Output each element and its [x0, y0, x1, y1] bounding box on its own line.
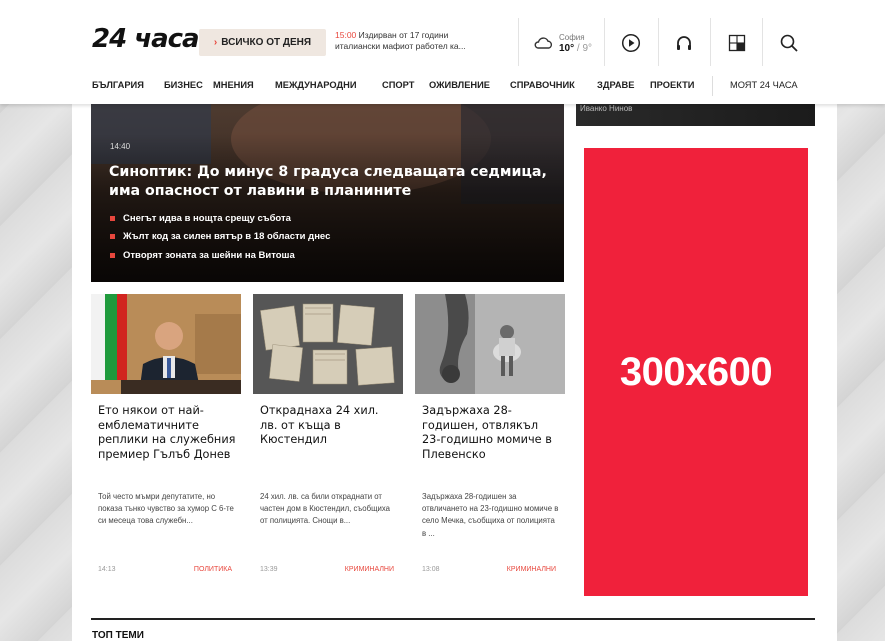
play-button[interactable] [620, 32, 642, 54]
nav-item-opinions[interactable]: МНЕНИЯ [213, 80, 254, 90]
search-icon [780, 34, 798, 52]
article-thumbnail[interactable] [91, 294, 241, 394]
article-card[interactable]: Ето някои от най-емблематичните реплики … [91, 294, 241, 586]
nav-item-international[interactable]: МЕЖДУНАРОДНИ [275, 80, 357, 90]
article-category[interactable]: КРИМИНАЛНИ [345, 566, 394, 573]
podcast-button[interactable] [673, 32, 695, 54]
bullet-icon [110, 234, 115, 240]
header-divider [762, 18, 763, 66]
article-card[interactable]: Откраднаха 24 хил. лв. от къща в Кюстенд… [253, 294, 403, 586]
chevron-right-icon: › [213, 37, 218, 48]
header-divider [658, 18, 659, 66]
nav-item-oživlenie[interactable]: ОЖИВЛЕНИЕ [429, 80, 490, 90]
section-divider [91, 618, 815, 620]
header-divider [604, 18, 605, 66]
hero-title[interactable]: Синоптик: До минус 8 градуса следващата … [109, 163, 549, 201]
article-time: 14:13 [98, 566, 116, 573]
related-link[interactable]: Снегът идва в нощта срещу събота [110, 209, 330, 228]
ticker-time: 15:00 [335, 30, 357, 40]
related-link-text: Жълт код за силен вятър в 18 области дне… [123, 231, 331, 243]
headphones-icon [677, 36, 691, 50]
site-logo[interactable]: 24 часа [92, 24, 200, 54]
bullet-icon [110, 252, 115, 258]
nav-item-bulgaria[interactable]: БЪЛГАРИЯ [92, 80, 144, 90]
play-icon [621, 33, 641, 53]
header-divider [518, 18, 519, 66]
nav-item-projects[interactable]: ПРОЕКТИ [650, 80, 694, 90]
article-lead: 24 хил. лв. са били откраднати от частен… [260, 492, 390, 526]
article-meta: 13:39 КРИМИНАЛНИ [260, 566, 398, 573]
hero-related-list: Снегът идва в нощта срещу събота Жълт ко… [110, 209, 330, 265]
all-day-label: ВСИЧКО ОТ ДЕНЯ [221, 37, 312, 48]
bullet-icon [110, 215, 115, 221]
related-link[interactable]: Отвoрят зоната за шейни на Витоша [110, 246, 330, 265]
main-nav: БЪЛГАРИЯ БИЗНЕС МНЕНИЯ МЕЖДУНАРОДНИ СПОР… [0, 80, 885, 98]
article-lead: Той често мъмри депутатите, но показа тъ… [98, 492, 234, 526]
ticker-text-line1: Издирван от 17 години [358, 30, 449, 40]
weather-widget[interactable]: София 10° / 9° [533, 28, 592, 58]
related-link-text: Отвoрят зоната за шейни на Витоша [123, 249, 295, 261]
cloud-icon [534, 37, 553, 49]
weather-temp-low: 9° [582, 43, 593, 54]
nav-item-reference[interactable]: СПРАВОЧНИК [510, 80, 575, 90]
crossword-icon [728, 34, 746, 52]
ad-banner[interactable]: 300x600 [584, 148, 808, 596]
article-meta: 14:13 ПОЛИТИКА [98, 566, 236, 573]
related-link-text: Снегът идва в нощта срещу събота [123, 212, 291, 224]
ad-size-label: 300x600 [619, 349, 773, 394]
weather-city: София [559, 33, 585, 42]
article-category[interactable]: ПОЛИТИКА [194, 566, 232, 573]
search-button[interactable] [778, 32, 800, 54]
nav-divider [712, 76, 713, 96]
nav-item-my-24[interactable]: МОЯТ 24 ЧАСА [730, 80, 798, 90]
header-divider [710, 18, 711, 66]
nav-item-business[interactable]: БИЗНЕС [164, 80, 203, 90]
all-day-button[interactable]: › ВСИЧКО ОТ ДЕНЯ [199, 29, 326, 56]
weather-temp-high: 10° [559, 43, 575, 54]
section-title-top-topics: ТОП ТЕМИ [92, 630, 144, 641]
hero-time: 14:40 [110, 142, 131, 151]
ticker-text-line2: италиански мафиот работел ка... [335, 41, 466, 51]
article-time: 13:39 [260, 566, 278, 573]
article-lead: Задържаха 28-годишен за отвличането на 2… [422, 492, 559, 538]
hero-article[interactable]: 14:40 Синоптик: До минус 8 градуса следв… [91, 104, 564, 282]
nav-item-sport[interactable]: СПОРТ [382, 80, 414, 90]
article-image [91, 294, 241, 394]
sidebar-teaser-text: Иванко Нинов [580, 104, 633, 113]
article-card[interactable]: Задържаха 28-годишен, отвлякъл 23-годишн… [415, 294, 565, 586]
article-headline[interactable]: Откраднаха 24 хил. лв. от къща в Кюстенд… [260, 404, 398, 448]
article-image [415, 294, 565, 394]
article-image [253, 294, 403, 394]
article-category[interactable]: КРИМИНАЛНИ [507, 566, 556, 573]
weather-temps: 10° / 9° [559, 43, 592, 54]
sidebar-teaser[interactable]: Иванко Нинов [576, 104, 815, 126]
article-thumbnail[interactable] [415, 294, 565, 394]
article-headline[interactable]: Задържаха 28-годишен, отвлякъл 23-годишн… [422, 404, 560, 462]
article-time: 13:08 [422, 566, 440, 573]
news-ticker[interactable]: 15:00 Издирван от 17 години италиански м… [335, 30, 515, 52]
article-headline[interactable]: Ето някои от най-емблематичните реплики … [98, 404, 236, 462]
article-thumbnail[interactable] [253, 294, 403, 394]
nav-item-health[interactable]: ЗДРАВЕ [597, 80, 634, 90]
related-link[interactable]: Жълт код за силен вятър в 18 области дне… [110, 228, 330, 247]
article-meta: 13:08 КРИМИНАЛНИ [422, 566, 560, 573]
site-header: 24 часа › ВСИЧКО ОТ ДЕНЯ 15:00 Издирван … [0, 0, 885, 104]
crossword-button[interactable] [726, 32, 748, 54]
